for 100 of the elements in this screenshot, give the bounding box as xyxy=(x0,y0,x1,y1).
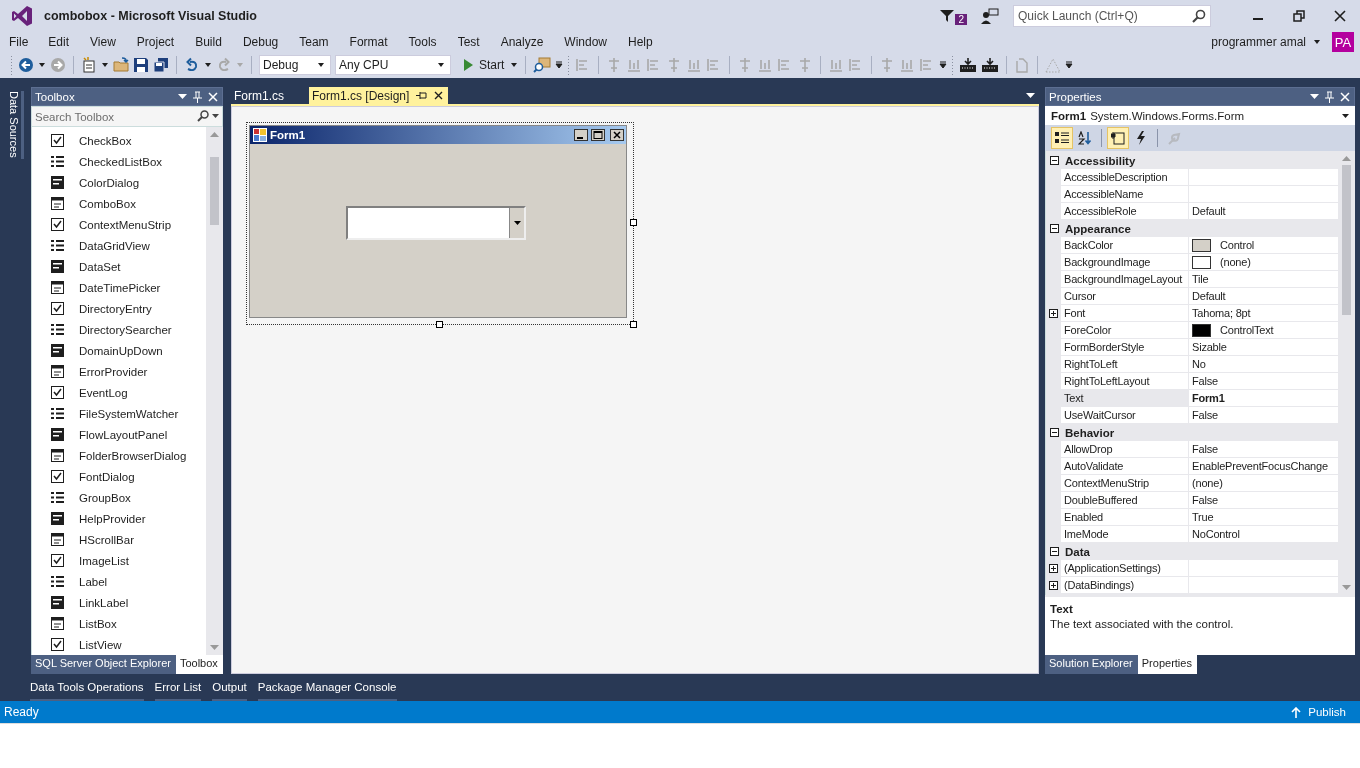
property-name[interactable]: AutoValidate xyxy=(1061,458,1189,475)
property-value[interactable]: Tile xyxy=(1192,273,1209,285)
menu-item[interactable]: Test xyxy=(457,35,489,49)
start-button[interactable]: Start xyxy=(463,58,519,72)
property-name[interactable]: ContextMenuStrip xyxy=(1061,475,1189,492)
properties-button[interactable] xyxy=(1107,127,1129,149)
form-window[interactable]: Form1 xyxy=(249,125,627,318)
panel-tab[interactable]: Toolbox xyxy=(175,655,223,674)
property-name[interactable]: AllowDrop xyxy=(1061,441,1189,458)
property-name[interactable]: RightToLeftLayout xyxy=(1061,373,1189,390)
publish-button[interactable]: Publish xyxy=(1291,706,1346,718)
collapse-icon[interactable] xyxy=(1050,547,1059,556)
property-name[interactable]: AccessibleDescription xyxy=(1061,169,1189,186)
close-icon[interactable] xyxy=(1334,10,1346,22)
toolbox-item[interactable]: DomainUpDown xyxy=(32,340,206,361)
menu-item[interactable]: Format xyxy=(349,35,397,49)
toolbox-item[interactable]: FontDialog xyxy=(32,466,206,487)
menu-item[interactable]: Analyze xyxy=(500,35,553,49)
caret-icon[interactable] xyxy=(101,62,109,68)
menu-item[interactable]: Window xyxy=(564,35,617,49)
quick-launch-field[interactable]: Quick Launch (Ctrl+Q) xyxy=(1013,5,1211,27)
property-name[interactable]: Enabled xyxy=(1061,509,1189,526)
toolbox-item[interactable]: EventLog xyxy=(32,382,206,403)
property-name[interactable]: AccessibleRole xyxy=(1061,203,1189,220)
property-value[interactable]: Default xyxy=(1192,290,1226,302)
resize-handle[interactable] xyxy=(630,219,637,226)
close-icon[interactable] xyxy=(610,129,624,141)
menu-item[interactable]: Debug xyxy=(242,35,288,49)
new-project-icon[interactable] xyxy=(81,57,97,73)
categorized-button[interactable] xyxy=(1051,127,1073,149)
platform-dropdown[interactable]: Any CPU xyxy=(335,55,451,75)
resize-handle[interactable] xyxy=(630,321,637,328)
toolbox-item[interactable]: CheckBox xyxy=(32,130,206,151)
configuration-dropdown[interactable]: Debug xyxy=(259,55,331,75)
caret-icon[interactable] xyxy=(1310,93,1319,100)
property-value[interactable]: False xyxy=(1192,375,1218,387)
overflow-icon[interactable] xyxy=(555,61,564,69)
toolbox-item[interactable]: FolderBrowserDialog xyxy=(32,445,206,466)
property-value[interactable]: (none) xyxy=(1220,256,1251,268)
property-value[interactable]: Form1 xyxy=(1192,392,1225,404)
collapse-icon[interactable] xyxy=(1050,224,1059,233)
overflow-icon[interactable] xyxy=(1065,61,1074,69)
panel-tab[interactable]: SQL Server Object Explorer xyxy=(31,655,176,674)
property-name[interactable]: FormBorderStyle xyxy=(1061,339,1189,356)
caret-icon[interactable] xyxy=(212,114,219,119)
menu-item[interactable]: Build xyxy=(195,35,231,49)
collapse-icon[interactable] xyxy=(1050,156,1059,165)
save-icon[interactable] xyxy=(133,57,149,73)
toolbox-item[interactable]: FlowLayoutPanel xyxy=(32,424,206,445)
property-name[interactable]: ForeColor xyxy=(1061,322,1189,339)
toolbox-item[interactable]: DirectoryEntry xyxy=(32,298,206,319)
expand-icon[interactable] xyxy=(1049,581,1058,590)
data-sources-tab[interactable]: Data Sources xyxy=(7,91,24,159)
toolbox-item[interactable]: ComboBox xyxy=(32,193,206,214)
document-tab[interactable]: Form1.cs xyxy=(231,87,309,104)
property-value[interactable]: (none) xyxy=(1192,477,1223,489)
property-value[interactable]: True xyxy=(1192,511,1214,523)
toolbox-item[interactable]: ImageList xyxy=(32,550,206,571)
search-field[interactable]: Search Toolbox xyxy=(31,106,223,127)
account-name[interactable]: programmer amal xyxy=(1211,35,1306,49)
menu-item[interactable]: File xyxy=(9,35,38,49)
toolbox-item[interactable]: DataSet xyxy=(32,256,206,277)
property-value[interactable]: Default xyxy=(1192,205,1226,217)
property-name[interactable]: (DataBindings) xyxy=(1061,577,1189,594)
tray-icon[interactable] xyxy=(959,57,978,73)
property-name[interactable]: BackgroundImage xyxy=(1061,254,1189,271)
menu-item[interactable]: Tools xyxy=(408,35,446,49)
minimize-icon[interactable] xyxy=(574,129,588,141)
property-value[interactable]: Control xyxy=(1220,239,1255,251)
menu-item[interactable]: Team xyxy=(299,35,338,49)
scroll-thumb[interactable] xyxy=(1342,165,1351,315)
property-name[interactable]: RightToLeft xyxy=(1061,356,1189,373)
caret-icon[interactable] xyxy=(204,62,212,68)
toolbox-item[interactable]: LinkLabel xyxy=(32,592,206,613)
collapse-icon[interactable] xyxy=(1050,428,1059,437)
scrollbar[interactable] xyxy=(206,127,223,655)
property-value[interactable]: False xyxy=(1192,409,1218,421)
feedback-icon[interactable] xyxy=(981,8,999,24)
property-name[interactable]: UseWaitCursor xyxy=(1061,407,1189,424)
toolbox-item[interactable]: Label xyxy=(32,571,206,592)
document-tab[interactable]: Form1.cs [Design] xyxy=(309,87,449,104)
property-value[interactable]: False xyxy=(1192,494,1218,506)
toolbox-item[interactable]: HelpProvider xyxy=(32,508,206,529)
toolbox-item[interactable]: ColorDialog xyxy=(32,172,206,193)
toolbox-item[interactable]: GroupBox xyxy=(32,487,206,508)
restore-icon[interactable] xyxy=(1293,10,1305,22)
menu-item[interactable]: Help xyxy=(628,35,662,49)
combo-box[interactable] xyxy=(346,206,526,240)
property-name[interactable]: ImeMode xyxy=(1061,526,1189,543)
expand-icon[interactable] xyxy=(1049,309,1058,318)
caret-icon[interactable] xyxy=(1313,39,1321,45)
menu-item[interactable]: Edit xyxy=(48,35,79,49)
close-icon[interactable] xyxy=(434,91,444,100)
toolbox-item[interactable]: FileSystemWatcher xyxy=(32,403,206,424)
maximize-icon[interactable] xyxy=(591,129,605,141)
panel-tab[interactable]: Properties xyxy=(1137,655,1197,674)
property-value[interactable]: No xyxy=(1192,358,1206,370)
caret-icon[interactable] xyxy=(178,93,187,100)
object-selector[interactable]: Form1 System.Windows.Forms.Form xyxy=(1045,106,1355,125)
toolbox-item[interactable]: HScrollBar xyxy=(32,529,206,550)
